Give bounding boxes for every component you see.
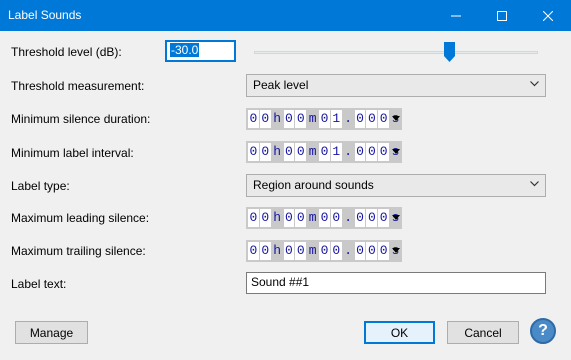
time-digit[interactable]: 0	[248, 209, 259, 227]
time-digit[interactable]: 0	[366, 143, 378, 161]
chevron-down-icon	[530, 181, 539, 187]
time-digit[interactable]: 0	[378, 110, 390, 128]
chevron-down-icon	[530, 81, 539, 87]
manage-button[interactable]: Manage	[15, 321, 88, 344]
ok-button[interactable]: OK	[364, 321, 435, 344]
minimize-button[interactable]	[433, 0, 479, 31]
time-digit[interactable]: 0	[259, 209, 271, 227]
time-digit[interactable]: 0	[259, 110, 271, 128]
time-digit[interactable]: 0	[295, 209, 307, 227]
time-format-menu-arrow[interactable]	[392, 116, 400, 121]
time-unit: h	[273, 111, 282, 126]
time-digit[interactable]: 0	[330, 242, 342, 260]
time-unit: h	[273, 144, 282, 159]
measurement-value: Peak level	[253, 78, 309, 92]
time-digit[interactable]: 0	[248, 110, 259, 128]
help-icon[interactable]: ?	[530, 318, 556, 344]
time-digit[interactable]: 0	[366, 242, 378, 260]
time-digit[interactable]: 0	[283, 242, 295, 260]
minimize-icon	[451, 15, 461, 16]
label-text-input[interactable]: Sound ##1	[246, 272, 546, 294]
min-silence-time-control[interactable]: 00h00m01.000s	[246, 108, 402, 130]
max-leading-label: Maximum leading silence:	[11, 211, 150, 225]
time-unit: .	[344, 111, 353, 126]
time-digit[interactable]: 0	[295, 242, 307, 260]
time-digit[interactable]: 0	[330, 209, 342, 227]
time-format-menu-arrow[interactable]	[392, 149, 400, 154]
time-unit: m	[308, 111, 317, 126]
time-unit: .	[344, 243, 353, 258]
time-digit[interactable]: 0	[259, 143, 271, 161]
cancel-button[interactable]: Cancel	[447, 321, 519, 344]
time-digit[interactable]: 0	[354, 110, 366, 128]
title-bar: Label Sounds	[0, 0, 571, 31]
max-leading-time-control[interactable]: 00h00m00.000s	[246, 207, 402, 229]
time-unit: m	[308, 144, 317, 159]
time-digit[interactable]: 0	[259, 242, 271, 260]
min-label-interval-label: Minimum label interval:	[11, 146, 134, 160]
close-icon	[543, 10, 553, 21]
threshold-value: -30.0	[170, 43, 200, 57]
time-digit[interactable]: 0	[283, 110, 295, 128]
time-unit: .	[344, 144, 353, 159]
min-label-interval-time-control[interactable]: 00h00m01.000s	[246, 141, 402, 163]
time-digit[interactable]: 0	[378, 209, 390, 227]
time-digit[interactable]: 0	[366, 209, 378, 227]
time-digit[interactable]: 0	[319, 242, 330, 260]
time-digit[interactable]: 0	[354, 209, 366, 227]
window-title: Label Sounds	[8, 8, 82, 22]
min-silence-label: Minimum silence duration:	[11, 112, 151, 126]
measurement-label: Threshold measurement:	[11, 79, 145, 93]
time-digit[interactable]: 0	[366, 110, 378, 128]
max-trailing-label: Maximum trailing silence:	[11, 244, 146, 258]
time-digit[interactable]: 0	[378, 242, 390, 260]
time-unit: h	[273, 210, 282, 225]
time-digit[interactable]: 1	[330, 143, 342, 161]
time-digit[interactable]: 0	[354, 143, 366, 161]
time-digit[interactable]: 0	[354, 242, 366, 260]
threshold-input[interactable]: -30.0	[165, 40, 236, 62]
time-digit[interactable]: 1	[330, 110, 342, 128]
time-format-menu-arrow[interactable]	[392, 215, 400, 220]
label-type-label: Label type:	[11, 179, 70, 193]
time-unit: .	[344, 210, 353, 225]
time-digit[interactable]: 0	[283, 143, 295, 161]
time-digit[interactable]: 0	[378, 143, 390, 161]
time-unit: h	[273, 243, 282, 258]
time-digit[interactable]: 0	[319, 143, 330, 161]
time-digit[interactable]: 0	[319, 209, 330, 227]
time-format-menu-arrow[interactable]	[392, 248, 400, 253]
max-trailing-time-control[interactable]: 00h00m00.000s	[246, 240, 402, 262]
label-type-value: Region around sounds	[253, 178, 374, 192]
maximize-button[interactable]	[479, 0, 525, 31]
threshold-slider-thumb[interactable]	[444, 42, 456, 62]
time-digit[interactable]: 0	[295, 143, 307, 161]
close-button[interactable]	[525, 0, 571, 31]
time-unit: m	[308, 210, 317, 225]
measurement-dropdown[interactable]: Peak level	[246, 74, 546, 97]
threshold-slider-track[interactable]	[254, 51, 538, 54]
maximize-icon	[497, 10, 507, 21]
time-digit[interactable]: 0	[295, 110, 307, 128]
time-digit[interactable]: 0	[248, 242, 259, 260]
label-type-dropdown[interactable]: Region around sounds	[246, 174, 546, 197]
time-digit[interactable]: 0	[283, 209, 295, 227]
time-unit: m	[308, 243, 317, 258]
label-text-value: Sound ##1	[251, 275, 310, 289]
label-text-label: Label text:	[11, 277, 67, 291]
time-digit[interactable]: 0	[319, 110, 330, 128]
threshold-label: Threshold level (dB):	[11, 45, 122, 59]
time-digit[interactable]: 0	[248, 143, 259, 161]
